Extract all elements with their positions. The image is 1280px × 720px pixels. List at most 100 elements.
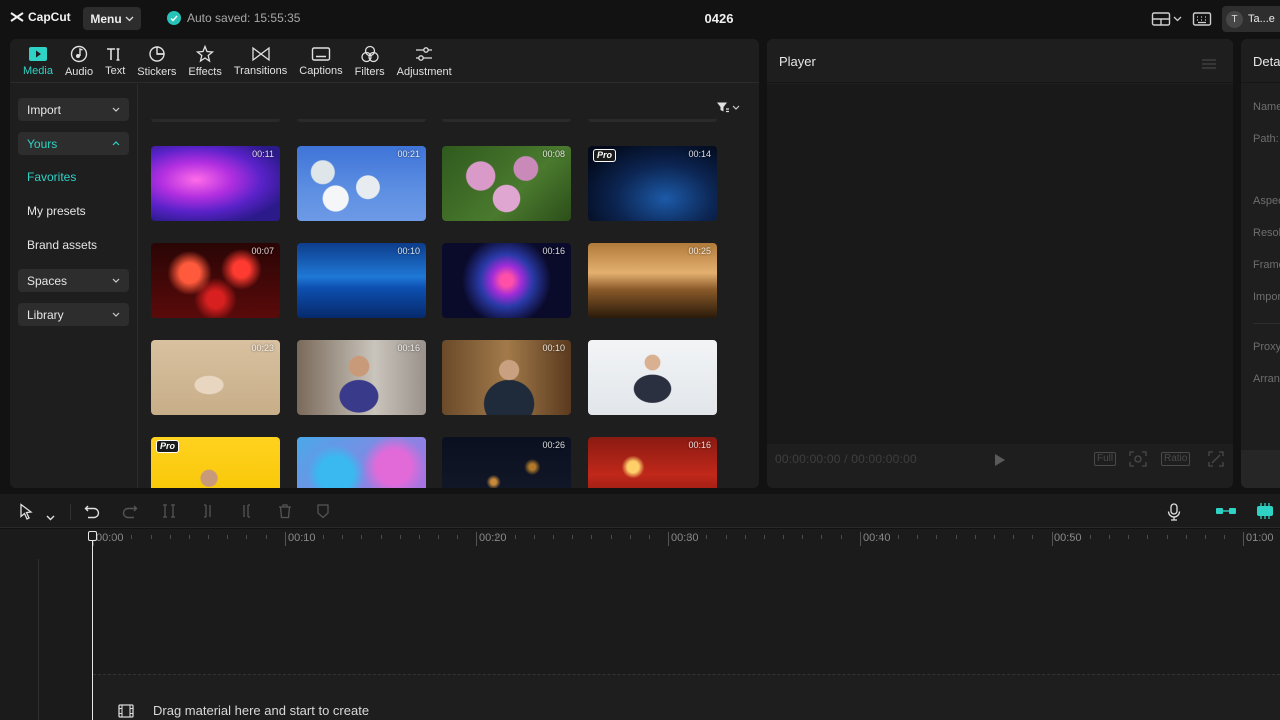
play-button[interactable]	[994, 453, 1006, 472]
nav-favorites[interactable]: Favorites	[27, 170, 76, 184]
main-track-dropzone[interactable]: Drag material here and start to create	[93, 674, 1280, 720]
menu-button[interactable]: Menu	[83, 7, 141, 30]
media-icon	[28, 46, 47, 61]
media-thumbnail[interactable]: 00:11	[151, 146, 280, 221]
ruler-tick	[1032, 535, 1034, 539]
tab-media[interactable]: Media	[17, 39, 59, 83]
ruler-tick	[610, 535, 612, 539]
media-thumbnail[interactable]: 00:07	[151, 243, 280, 318]
detail-label: Aspect ratio:	[1253, 195, 1280, 207]
ruler-tick	[763, 535, 765, 539]
player-title: Player	[779, 54, 816, 69]
tab-adjustment[interactable]: Adjustment	[391, 39, 458, 83]
tab-filters[interactable]: Filters	[349, 39, 391, 83]
app-logo: CapCut	[10, 10, 71, 24]
media-thumbnail[interactable]: Pro 00:14	[588, 146, 717, 221]
media-thumbnail[interactable]: 00:16	[588, 437, 717, 488]
auto-snap-button[interactable]	[1215, 504, 1237, 523]
tab-stickers[interactable]: Stickers	[131, 39, 182, 83]
import-button[interactable]: Import	[18, 98, 129, 121]
fullscreen-button[interactable]	[1208, 451, 1224, 472]
ruler-tick	[150, 535, 152, 539]
split-icon	[163, 504, 175, 518]
project-title[interactable]: 0426	[690, 11, 748, 26]
detail-label: Path:	[1253, 133, 1279, 145]
split-button[interactable]	[161, 503, 177, 524]
ruler-tick	[533, 535, 535, 539]
filter-button[interactable]	[716, 101, 740, 113]
ruler-tick	[457, 535, 459, 539]
tab-captions[interactable]: Captions	[293, 39, 348, 83]
user-menu[interactable]: T Ta...e	[1222, 6, 1280, 32]
trash-icon	[279, 504, 291, 519]
tab-transitions[interactable]: Transitions	[228, 39, 293, 83]
record-audio-button[interactable]	[1166, 503, 1182, 526]
media-thumbnail[interactable]: 00:16	[297, 340, 426, 415]
select-tool-button[interactable]	[19, 503, 33, 525]
track-header	[0, 529, 93, 720]
ruler-tick	[495, 535, 497, 539]
media-thumbnail[interactable]: 00:10	[442, 340, 571, 415]
player-menu-button[interactable]	[1202, 56, 1216, 74]
ruler-tick	[648, 535, 650, 539]
detail-label: Frame rate:	[1253, 259, 1280, 271]
media-thumbnail[interactable]: 00:26	[442, 437, 571, 488]
ruler-tick	[668, 532, 670, 546]
library-button[interactable]: Library	[18, 303, 129, 326]
transitions-icon	[251, 46, 270, 61]
media-thumbnail[interactable]: 00:10	[297, 243, 426, 318]
redo-icon	[122, 505, 138, 519]
redo-button[interactable]	[122, 503, 138, 524]
ruler-tick	[840, 535, 842, 539]
film-icon	[118, 703, 134, 718]
media-thumbnail[interactable]: 00:23	[151, 340, 280, 415]
full-quality-button[interactable]: Full	[1094, 452, 1117, 466]
playhead[interactable]	[92, 532, 93, 720]
focus-frame-icon	[1129, 451, 1147, 467]
ruler-tick	[380, 535, 382, 539]
fullscreen-icon	[1208, 451, 1224, 467]
delete-left-button[interactable]	[200, 503, 216, 524]
link-clips-button[interactable]	[1254, 501, 1276, 526]
time-ruler[interactable]: 00:00 00:10 00:20 00:30 00:40 00:50 01:0…	[93, 529, 1280, 549]
media-thumbnail[interactable]: Pro	[151, 437, 280, 488]
thumb-stub	[588, 119, 717, 122]
ruler-tick	[706, 535, 708, 539]
media-thumbnail[interactable]: 00:25	[588, 243, 717, 318]
media-side-nav: Import Yours Favorites My presets Brand …	[10, 84, 138, 488]
ruler-tick	[1204, 535, 1206, 539]
delete-right-button[interactable]	[238, 503, 254, 524]
detail-label: Name:	[1253, 101, 1280, 113]
duration-label: 00:25	[688, 246, 711, 256]
ruler-tick	[744, 535, 746, 539]
library-label: Library	[27, 307, 64, 322]
keyboard-icon	[1192, 12, 1212, 26]
layout-button[interactable]	[1151, 11, 1182, 27]
tab-effects[interactable]: Effects	[182, 39, 227, 83]
nav-brand-assets[interactable]: Brand assets	[27, 238, 97, 252]
playhead-handle[interactable]	[88, 531, 97, 541]
tab-text[interactable]: Text	[99, 39, 131, 83]
ratio-button[interactable]: Ratio	[1161, 452, 1191, 466]
top-bar: CapCut Menu Auto saved: 15:55:35 0426 T …	[0, 0, 1280, 38]
media-thumbnail[interactable]: 00:16	[442, 243, 571, 318]
mark-button[interactable]	[316, 503, 330, 524]
duration-label: 00:26	[542, 440, 565, 450]
player-canvas[interactable]	[767, 84, 1233, 444]
spaces-button[interactable]: Spaces	[18, 269, 129, 292]
media-thumbnail[interactable]	[297, 437, 426, 488]
media-thumbnail[interactable]: 00:08	[442, 146, 571, 221]
select-tool-dropdown[interactable]	[46, 508, 55, 526]
yours-button[interactable]: Yours	[18, 132, 129, 155]
menu-label: Menu	[90, 11, 122, 26]
nav-my-presets[interactable]: My presets	[27, 204, 86, 218]
ruler-tick	[898, 535, 900, 539]
delete-button[interactable]	[277, 503, 293, 524]
tab-audio[interactable]: Audio	[59, 39, 99, 83]
keyboard-shortcuts-button[interactable]	[1192, 11, 1212, 27]
media-thumbnail[interactable]: 00:21	[297, 146, 426, 221]
media-thumbnail[interactable]	[588, 340, 717, 415]
undo-button[interactable]	[84, 503, 100, 524]
timeline: 00:00 00:10 00:20 00:30 00:40 00:50 01:0…	[0, 529, 1280, 720]
screenshot-button[interactable]	[1129, 451, 1147, 472]
